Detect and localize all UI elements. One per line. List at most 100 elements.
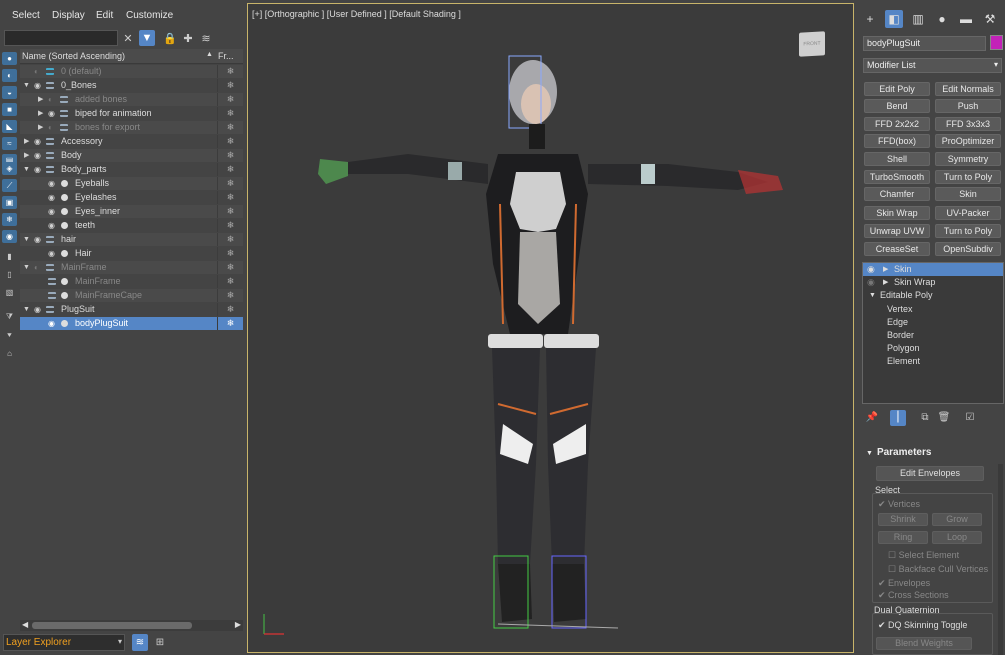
tree-row[interactable]: ▶ ◉ biped for animation ❄ [20,107,243,120]
stack-subobject-polygon[interactable]: Polygon [863,342,1003,355]
envelopes-checkbox[interactable]: ✔ Envelopes [878,578,930,589]
expand-arrow-icon[interactable]: ▶ [38,93,43,106]
visibility-eye-icon[interactable]: ◉ [48,317,55,330]
ring-button[interactable]: Ring [878,531,928,544]
display-all-icon[interactable]: ▮ [2,250,17,263]
filter-selection-icon[interactable]: ⯆ [2,329,17,342]
visibility-eye-icon[interactable]: ◐ [48,121,53,134]
freeze-snowflake-icon[interactable]: ❄ [217,177,243,190]
visibility-eye-icon[interactable]: ◉ [34,149,41,162]
freeze-snowflake-icon[interactable]: ❄ [217,219,243,232]
display-hidden-icon[interactable]: ◉ [2,230,17,243]
loop-button[interactable]: Loop [932,531,982,544]
show-end-result-icon[interactable]: ⎮ [890,410,906,426]
modifier-button[interactable]: ProOptimizer [935,134,1001,148]
collapse-arrow-icon[interactable]: ▼ [23,163,30,176]
object-name-field[interactable]: bodyPlugSuit [863,36,986,51]
stack-item-skin-wrap[interactable]: ◉ ▶ Skin Wrap [863,276,1003,289]
shrink-button[interactable]: Shrink [878,513,928,526]
collapse-arrow-icon[interactable]: ▼ [23,233,30,246]
freeze-snowflake-icon[interactable]: ❄ [217,149,243,162]
display-cameras-icon[interactable]: ■ [2,103,17,116]
expand-arrow-icon[interactable]: ▶ [883,263,888,276]
scrollbar-thumb[interactable] [32,622,192,629]
freeze-snowflake-icon[interactable]: ❄ [217,247,243,260]
clear-search-icon[interactable]: ✕ [120,30,136,46]
vertices-checkbox[interactable]: ✔ Vertices [878,499,920,510]
visibility-eye-icon[interactable]: ◐ [34,261,39,274]
modifier-button[interactable]: Skin Wrap [864,206,930,220]
tree-row[interactable]: ◉ Eyeballs ❄ [20,177,243,190]
display-frozen-icon[interactable]: ❄ [2,213,17,226]
collapse-arrow-icon[interactable]: ▼ [23,79,30,92]
modifier-button[interactable]: Edit Poly [864,82,930,96]
visibility-eye-icon[interactable]: ◉ [34,135,41,148]
menu-customize[interactable]: Customize [126,10,173,21]
tree-row[interactable]: MainFrameCape ❄ [20,289,243,302]
modifier-button[interactable]: CreaseSet [864,242,930,256]
display-lights-icon[interactable]: ◒ [2,86,17,99]
freeze-snowflake-icon[interactable]: ❄ [217,317,243,330]
freeze-snowflake-icon[interactable]: ❄ [217,121,243,134]
column-name-header[interactable]: Name (Sorted Ascending) [22,51,125,61]
expand-arrow-icon[interactable]: ▶ [38,107,43,120]
modifier-button[interactable]: Turn to Poly [935,170,1001,184]
visibility-eye-icon[interactable]: ◉ [34,79,41,92]
freeze-snowflake-icon[interactable]: ❄ [217,289,243,302]
stack-item-editable-poly[interactable]: ▼ Editable Poly [863,289,1003,302]
stack-subobject-vertex[interactable]: Vertex [863,303,1003,316]
collapse-arrow-icon[interactable]: ▼ [869,289,876,302]
scroll-left-icon[interactable]: ◀ [22,620,28,629]
backface-cull-checkbox[interactable]: ☐ Backface Cull Vertices [888,564,988,575]
cross-sections-checkbox[interactable]: ✔ Cross Sections [878,590,949,601]
utilities-tab-icon[interactable]: ⚒ [981,10,999,28]
add-to-layer-icon[interactable]: ≋ [198,30,214,46]
collapse-arrow-icon[interactable]: ▼ [23,261,30,274]
motion-tab-icon[interactable]: ● [933,10,951,28]
filter-toggle-icon[interactable]: ▼ [139,30,155,46]
filter-icon[interactable]: ⧩ [2,310,17,323]
edit-envelopes-button[interactable]: Edit Envelopes [876,466,984,481]
search-input[interactable] [4,30,118,46]
tree-row[interactable]: ▼ ◉ PlugSuit ❄ [20,303,243,316]
select-children-icon[interactable]: ⌂ [2,347,17,360]
visibility-eye-icon[interactable]: ◉ [48,247,55,260]
modifier-button[interactable]: Turn to Poly [935,224,1001,238]
visibility-eye-icon[interactable]: ◉ [867,276,875,289]
modifier-button[interactable]: Push [935,99,1001,113]
modifier-button[interactable]: TurboSmooth [864,170,930,184]
stack-subobject-edge[interactable]: Edge [863,316,1003,329]
create-tab-icon[interactable]: + [861,10,879,28]
visibility-eye-icon[interactable]: ◉ [34,233,41,246]
modifier-button[interactable]: Chamfer [864,187,930,201]
tree-row[interactable]: MainFrame ❄ [20,275,243,288]
new-layer-icon[interactable]: ✚ [180,30,196,46]
modifier-button[interactable]: Shell [864,152,930,166]
freeze-snowflake-icon[interactable]: ❄ [217,107,243,120]
modify-tab-icon[interactable]: ◧ [885,10,903,28]
invert-display-icon[interactable]: ▧ [2,286,17,299]
display-none-icon[interactable]: ▯ [2,268,17,281]
tree-row[interactable]: ▶ ◉ Body ❄ [20,149,243,162]
explorer-horizontal-scrollbar[interactable]: ◀ ▶ [20,620,243,631]
visibility-eye-icon[interactable]: ◉ [34,303,41,316]
tree-row[interactable]: ▶ ◉ Accessory ❄ [20,135,243,148]
select-element-checkbox[interactable]: ☐ Select Element [888,550,959,561]
freeze-snowflake-icon[interactable]: ❄ [217,303,243,316]
tree-row[interactable]: ◉ Eyes_inner ❄ [20,205,243,218]
tree-row[interactable]: ◉ teeth ❄ [20,219,243,232]
visibility-eye-icon[interactable]: ◉ [867,263,875,276]
freeze-snowflake-icon[interactable]: ❄ [217,65,243,78]
modifier-button[interactable]: UV-Packer [935,206,1001,220]
collapse-arrow-icon[interactable]: ▼ [23,303,30,316]
sort-by-layer-icon[interactable]: ≋ [132,634,148,651]
tree-row[interactable]: ◉ Hair ❄ [20,247,243,260]
viewport-orthographic[interactable]: [+] [Orthographic ] [User Defined ] [Def… [247,3,854,653]
pin-stack-icon[interactable]: 📌 [864,410,880,426]
modifier-button[interactable]: Skin [935,187,1001,201]
visibility-eye-icon[interactable]: ◉ [48,191,55,204]
visibility-eye-icon[interactable]: ◉ [48,205,55,218]
modifier-button[interactable]: Symmetry [935,152,1001,166]
tree-row[interactable]: ▼ ◐ MainFrame ❄ [20,261,243,274]
expand-arrow-icon[interactable]: ▶ [24,149,29,162]
